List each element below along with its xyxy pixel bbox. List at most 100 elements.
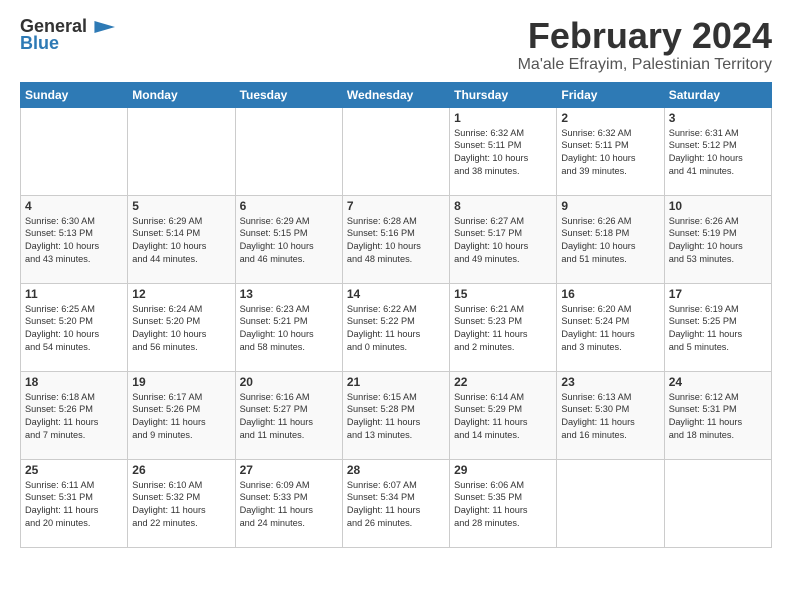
day-number: 9 <box>561 199 659 213</box>
day-info: Sunrise: 6:22 AM Sunset: 5:22 PM Dayligh… <box>347 303 445 355</box>
day-number: 8 <box>454 199 552 213</box>
day-info: Sunrise: 6:17 AM Sunset: 5:26 PM Dayligh… <box>132 391 230 443</box>
calendar-cell: 20 Sunrise: 6:16 AM Sunset: 5:27 PM Dayli… <box>235 371 342 459</box>
location-title: Ma'ale Efrayim, Palestinian Territory <box>518 56 772 74</box>
calendar-cell <box>128 107 235 195</box>
day-info: Sunrise: 6:18 AM Sunset: 5:26 PM Dayligh… <box>25 391 123 443</box>
calendar-cell: 10 Sunrise: 6:26 AM Sunset: 5:19 PM Dayli… <box>664 195 771 283</box>
day-info: Sunrise: 6:29 AM Sunset: 5:15 PM Dayligh… <box>240 215 338 267</box>
calendar-cell <box>664 459 771 547</box>
day-number: 22 <box>454 375 552 389</box>
calendar-cell: 2Sunrise: 6:32 AM Sunset: 5:11 PM Daylig… <box>557 107 664 195</box>
calendar-cell: 27 Sunrise: 6:09 AM Sunset: 5:33 PM Dayli… <box>235 459 342 547</box>
day-info: Sunrise: 6:26 AM Sunset: 5:19 PM Dayligh… <box>669 215 767 267</box>
calendar-cell: 1 Sunrise: 6:32 AM Sunset: 5:11 PM Daylig… <box>450 107 557 195</box>
calendar-cell: 16 Sunrise: 6:20 AM Sunset: 5:24 PM Dayli… <box>557 283 664 371</box>
logo: General Blue <box>20 16 115 54</box>
day-number: 16 <box>561 287 659 301</box>
calendar-cell: 21 Sunrise: 6:15 AM Sunset: 5:28 PM Dayli… <box>342 371 449 459</box>
day-info: Sunrise: 6:20 AM Sunset: 5:24 PM Dayligh… <box>561 303 659 355</box>
day-info: Sunrise: 6:25 AM Sunset: 5:20 PM Dayligh… <box>25 303 123 355</box>
calendar-cell: 13Sunrise: 6:23 AM Sunset: 5:21 PM Dayli… <box>235 283 342 371</box>
day-number: 17 <box>669 287 767 301</box>
day-number: 10 <box>669 199 767 213</box>
calendar-week-row: 25 Sunrise: 6:11 AM Sunset: 5:31 PM Dayli… <box>21 459 772 547</box>
day-info: Sunrise: 6:06 AM Sunset: 5:35 PM Dayligh… <box>454 479 552 531</box>
day-number: 2 <box>561 111 659 125</box>
day-number: 19 <box>132 375 230 389</box>
calendar-cell: 18Sunrise: 6:18 AM Sunset: 5:26 PM Dayli… <box>21 371 128 459</box>
calendar-week-row: 4 Sunrise: 6:30 AM Sunset: 5:13 PM Daylig… <box>21 195 772 283</box>
calendar-body: 1 Sunrise: 6:32 AM Sunset: 5:11 PM Daylig… <box>21 107 772 547</box>
calendar-cell: 11 Sunrise: 6:25 AM Sunset: 5:20 PM Dayli… <box>21 283 128 371</box>
day-number: 21 <box>347 375 445 389</box>
calendar-cell: 25 Sunrise: 6:11 AM Sunset: 5:31 PM Dayli… <box>21 459 128 547</box>
day-info: Sunrise: 6:12 AM Sunset: 5:31 PM Dayligh… <box>669 391 767 443</box>
day-info: Sunrise: 6:07 AM Sunset: 5:34 PM Dayligh… <box>347 479 445 531</box>
day-info: Sunrise: 6:13 AM Sunset: 5:30 PM Dayligh… <box>561 391 659 443</box>
weekday-header-cell: Monday <box>128 82 235 107</box>
calendar-cell: 23 Sunrise: 6:13 AM Sunset: 5:30 PM Dayli… <box>557 371 664 459</box>
day-number: 27 <box>240 463 338 477</box>
month-title: February 2024 <box>518 16 772 56</box>
calendar-cell: 4 Sunrise: 6:30 AM Sunset: 5:13 PM Daylig… <box>21 195 128 283</box>
calendar-cell: 24 Sunrise: 6:12 AM Sunset: 5:31 PM Dayli… <box>664 371 771 459</box>
day-number: 3 <box>669 111 767 125</box>
day-info: Sunrise: 6:26 AM Sunset: 5:18 PM Dayligh… <box>561 215 659 267</box>
calendar-cell: 26Sunrise: 6:10 AM Sunset: 5:32 PM Dayli… <box>128 459 235 547</box>
day-number: 4 <box>25 199 123 213</box>
day-number: 7 <box>347 199 445 213</box>
day-info: Sunrise: 6:31 AM Sunset: 5:12 PM Dayligh… <box>669 127 767 179</box>
day-number: 11 <box>25 287 123 301</box>
day-info: Sunrise: 6:15 AM Sunset: 5:28 PM Dayligh… <box>347 391 445 443</box>
calendar-week-row: 1 Sunrise: 6:32 AM Sunset: 5:11 PM Daylig… <box>21 107 772 195</box>
day-info: Sunrise: 6:21 AM Sunset: 5:23 PM Dayligh… <box>454 303 552 355</box>
calendar-cell <box>21 107 128 195</box>
day-number: 29 <box>454 463 552 477</box>
calendar-cell: 3 Sunrise: 6:31 AM Sunset: 5:12 PM Daylig… <box>664 107 771 195</box>
calendar-week-row: 18Sunrise: 6:18 AM Sunset: 5:26 PM Dayli… <box>21 371 772 459</box>
logo-flag-icon <box>91 19 115 35</box>
logo-blue: Blue <box>20 33 59 54</box>
day-number: 6 <box>240 199 338 213</box>
day-info: Sunrise: 6:16 AM Sunset: 5:27 PM Dayligh… <box>240 391 338 443</box>
calendar-cell: 17 Sunrise: 6:19 AM Sunset: 5:25 PM Dayli… <box>664 283 771 371</box>
calendar-cell: 12Sunrise: 6:24 AM Sunset: 5:20 PM Dayli… <box>128 283 235 371</box>
calendar-cell <box>557 459 664 547</box>
weekday-header-row: SundayMondayTuesdayWednesdayThursdayFrid… <box>21 82 772 107</box>
day-info: Sunrise: 6:19 AM Sunset: 5:25 PM Dayligh… <box>669 303 767 355</box>
calendar-cell: 8 Sunrise: 6:27 AM Sunset: 5:17 PM Daylig… <box>450 195 557 283</box>
weekday-header-cell: Saturday <box>664 82 771 107</box>
calendar-cell: 15 Sunrise: 6:21 AM Sunset: 5:23 PM Dayli… <box>450 283 557 371</box>
day-number: 20 <box>240 375 338 389</box>
day-number: 15 <box>454 287 552 301</box>
day-info: Sunrise: 6:32 AM Sunset: 5:11 PM Dayligh… <box>454 127 552 179</box>
calendar-cell: 29 Sunrise: 6:06 AM Sunset: 5:35 PM Dayli… <box>450 459 557 547</box>
day-info: Sunrise: 6:23 AM Sunset: 5:21 PM Dayligh… <box>240 303 338 355</box>
day-number: 24 <box>669 375 767 389</box>
weekday-header-cell: Wednesday <box>342 82 449 107</box>
day-info: Sunrise: 6:09 AM Sunset: 5:33 PM Dayligh… <box>240 479 338 531</box>
day-info: Sunrise: 6:11 AM Sunset: 5:31 PM Dayligh… <box>25 479 123 531</box>
day-number: 25 <box>25 463 123 477</box>
calendar-week-row: 11 Sunrise: 6:25 AM Sunset: 5:20 PM Dayli… <box>21 283 772 371</box>
calendar-cell: 19 Sunrise: 6:17 AM Sunset: 5:26 PM Dayli… <box>128 371 235 459</box>
day-number: 12 <box>132 287 230 301</box>
calendar-cell <box>342 107 449 195</box>
day-info: Sunrise: 6:30 AM Sunset: 5:13 PM Dayligh… <box>25 215 123 267</box>
calendar-cell: 6 Sunrise: 6:29 AM Sunset: 5:15 PM Daylig… <box>235 195 342 283</box>
day-info: Sunrise: 6:14 AM Sunset: 5:29 PM Dayligh… <box>454 391 552 443</box>
title-area: February 2024 Ma'ale Efrayim, Palestinia… <box>518 16 772 74</box>
day-number: 23 <box>561 375 659 389</box>
calendar-cell: 7 Sunrise: 6:28 AM Sunset: 5:16 PM Daylig… <box>342 195 449 283</box>
calendar-cell <box>235 107 342 195</box>
weekday-header-cell: Sunday <box>21 82 128 107</box>
calendar-cell: 22 Sunrise: 6:14 AM Sunset: 5:29 PM Dayli… <box>450 371 557 459</box>
day-info: Sunrise: 6:28 AM Sunset: 5:16 PM Dayligh… <box>347 215 445 267</box>
day-number: 14 <box>347 287 445 301</box>
day-info: Sunrise: 6:27 AM Sunset: 5:17 PM Dayligh… <box>454 215 552 267</box>
calendar-table: SundayMondayTuesdayWednesdayThursdayFrid… <box>20 82 772 548</box>
page-header: General Blue February 2024 Ma'ale Efrayi… <box>20 16 772 74</box>
day-number: 1 <box>454 111 552 125</box>
weekday-header-cell: Thursday <box>450 82 557 107</box>
